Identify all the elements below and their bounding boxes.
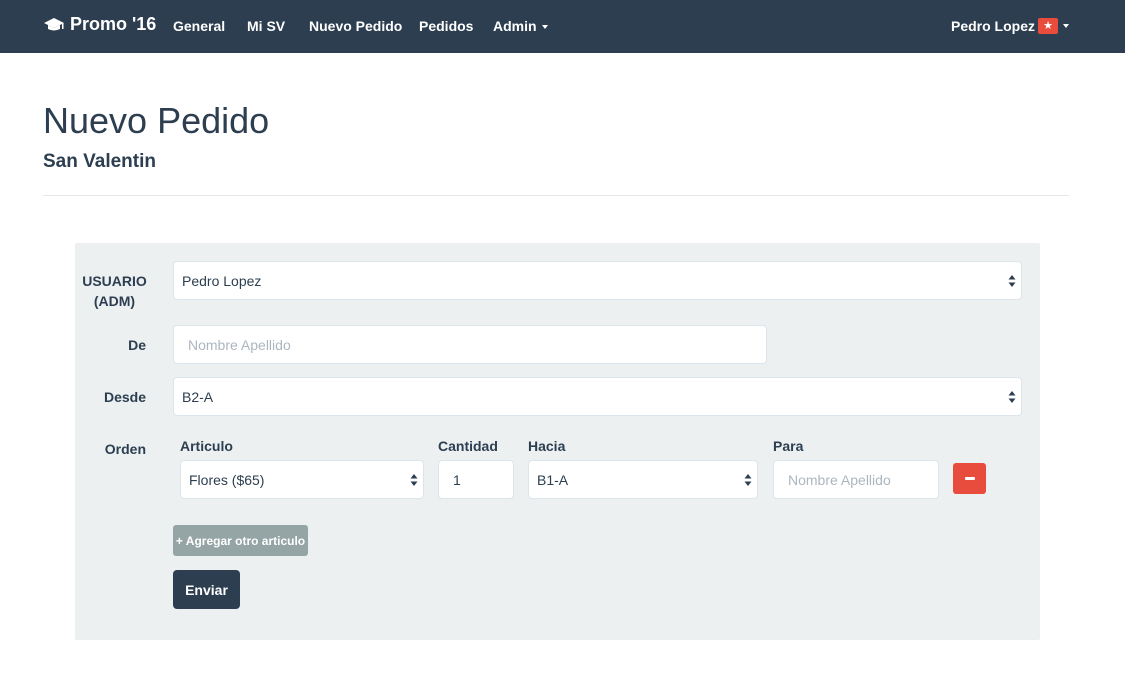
order-form: USUARIO (ADM) Pedro Lopez De Nombre Apel… (75, 243, 1040, 640)
user-name: Pedro Lopez (950, 18, 1035, 34)
graduation-cap-icon (43, 17, 65, 33)
caret-down-icon (1063, 24, 1069, 28)
select-arrows-icon (1008, 390, 1016, 404)
para-column-header: Para (773, 438, 804, 454)
submit-button[interactable]: Enviar (173, 570, 240, 609)
hacia-column-header: Hacia (528, 438, 566, 454)
orden-label: Orden (104, 441, 146, 457)
hacia-select[interactable]: B1-A (528, 460, 758, 499)
remove-item-button[interactable] (953, 463, 986, 494)
articulo-column-header: Articulo (180, 438, 233, 454)
articulo-select-value: Flores ($65) (189, 471, 265, 488)
top-navbar: Promo '16 General Mi SV Nuevo Pedido Ped… (0, 0, 1125, 53)
nav-nuevo-pedido[interactable]: Nuevo Pedido (309, 18, 402, 34)
page-title: Nuevo Pedido (43, 100, 270, 141)
usuario-label-line2: (ADM) (93, 293, 136, 309)
de-input[interactable]: Nombre Apellido (173, 325, 767, 364)
desde-select[interactable]: B2-A (173, 377, 1022, 416)
hacia-select-value: B1-A (537, 471, 569, 488)
usuario-select-value: Pedro Lopez (182, 272, 262, 289)
articulo-select[interactable]: Flores ($65) (180, 460, 424, 499)
cantidad-input[interactable]: 1 (438, 460, 514, 499)
cantidad-column-header: Cantidad (438, 438, 498, 454)
select-arrows-icon (410, 473, 418, 487)
page-subtitle: San Valentin (43, 151, 156, 172)
brand-link[interactable]: Promo '16 (43, 14, 156, 35)
nav-admin-dropdown[interactable]: Admin (493, 18, 548, 34)
usuario-label: USUARIO (ADM) (75, 271, 154, 311)
nav-mi-sv[interactable]: Mi SV (247, 18, 285, 34)
minus-icon (964, 477, 975, 480)
usuario-select[interactable]: Pedro Lopez (173, 261, 1022, 300)
nav-general[interactable]: General (173, 18, 225, 34)
star-icon: ★ (1038, 18, 1058, 34)
user-menu-dropdown[interactable]: Pedro Lopez ★ (951, 18, 1069, 34)
nav-pedidos[interactable]: Pedidos (419, 18, 473, 34)
select-arrows-icon (744, 473, 752, 487)
usuario-label-line1: USUARIO (82, 273, 147, 289)
add-item-button[interactable]: + Agregar otro articulo (173, 525, 308, 556)
select-arrows-icon (1008, 274, 1016, 288)
desde-select-value: B2-A (182, 388, 214, 405)
caret-down-icon (541, 25, 548, 30)
de-label: De (128, 337, 146, 353)
nav-admin-label: Admin (493, 18, 537, 34)
header-divider (43, 195, 1069, 196)
brand-label: Promo '16 (70, 14, 157, 34)
desde-label: Desde (103, 389, 146, 405)
para-input[interactable]: Nombre Apellido (773, 460, 939, 499)
